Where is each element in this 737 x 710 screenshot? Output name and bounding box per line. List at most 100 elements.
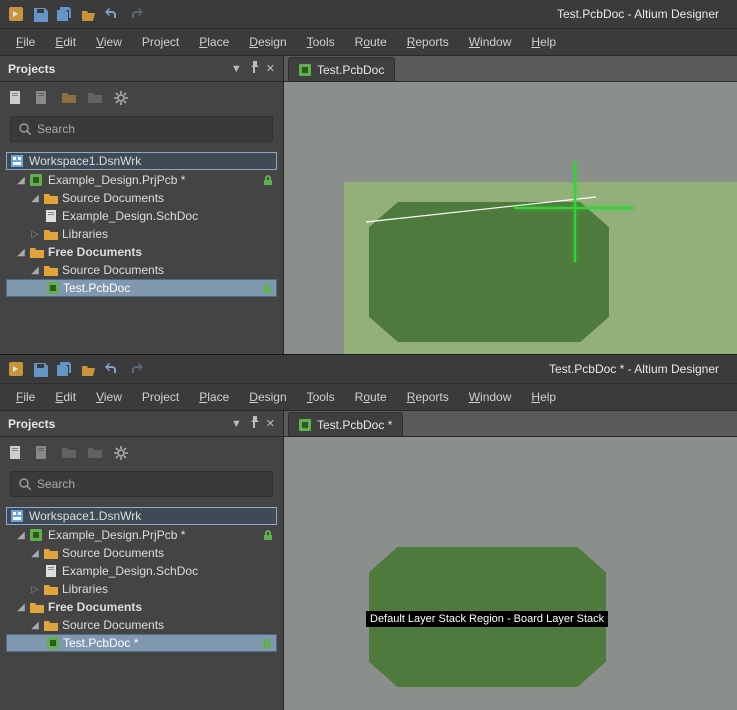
menu-window[interactable]: Window — [459, 31, 522, 53]
tree-source-docs[interactable]: ◢ Source Documents — [6, 544, 277, 562]
project-tree: Workspace1.DsnWrk ◢ Example_Design.PrjPc… — [0, 503, 283, 710]
redo-icon[interactable] — [128, 361, 144, 377]
pcb-canvas[interactable]: Default Layer Stack Region - Board Layer… — [284, 437, 737, 710]
panel-title: Projects — [8, 417, 225, 431]
menu-bar: File Edit View Project Place Design Tool… — [0, 28, 737, 56]
menu-project[interactable]: Project — [132, 386, 189, 408]
workspace-split: Projects ▼ ✕ Workspace1.DsnWrk — [0, 56, 737, 354]
menu-view[interactable]: View — [86, 31, 132, 53]
tree-active-pcbdoc[interactable]: Test.PcbDoc * — [6, 634, 277, 652]
tree-free-docs[interactable]: ◢ Free Documents — [6, 598, 277, 616]
panel-pin-icon[interactable] — [248, 61, 260, 76]
panel-toolbar — [0, 437, 283, 471]
window-title: Test.PcbDoc - Altium Designer — [557, 7, 729, 21]
tree-free-docs[interactable]: ◢ Free Documents — [6, 243, 277, 261]
save-icon[interactable] — [32, 361, 48, 377]
editor-area: Test.PcbDoc * Default Layer Stack Region… — [284, 411, 737, 710]
editor-area: Test.PcbDoc — [284, 56, 737, 354]
document-tab[interactable]: Test.PcbDoc — [288, 57, 395, 81]
panel-btn-4[interactable] — [88, 91, 104, 107]
panel-btn-3[interactable] — [62, 446, 78, 462]
menu-view[interactable]: View — [86, 386, 132, 408]
tree-workspace[interactable]: Workspace1.DsnWrk — [6, 152, 277, 170]
document-tabstrip: Test.PcbDoc — [284, 56, 737, 82]
workspace-split: Projects ▼ ✕ Workspace1.DsnWrk — [0, 411, 737, 710]
main-toolbar: Test.PcbDoc - Altium Designer — [0, 0, 737, 28]
undo-icon[interactable] — [104, 6, 120, 22]
tree-source-docs[interactable]: ◢ Source Documents — [6, 189, 277, 207]
menu-route[interactable]: Route — [345, 31, 397, 53]
search-icon — [19, 123, 31, 135]
panel-dropdown-icon[interactable]: ▼ — [231, 63, 242, 75]
app-window-state2: Test.PcbDoc * - Altium Designer File Edi… — [0, 355, 737, 710]
menu-edit[interactable]: Edit — [45, 386, 86, 408]
tree-schdoc[interactable]: Example_Design.SchDoc — [6, 207, 277, 225]
panel-dropdown-icon[interactable]: ▼ — [231, 418, 242, 430]
panel-close-icon[interactable]: ✕ — [266, 417, 275, 430]
panel-btn-1[interactable] — [10, 446, 26, 462]
search-input[interactable] — [37, 477, 264, 491]
undo-icon[interactable] — [104, 361, 120, 377]
projects-panel: Projects ▼ ✕ Workspace1.DsnWrk — [0, 56, 284, 354]
menu-reports[interactable]: Reports — [397, 31, 459, 53]
panel-pin-icon[interactable] — [248, 416, 260, 431]
tree-schdoc[interactable]: Example_Design.SchDoc — [6, 562, 277, 580]
document-tabstrip: Test.PcbDoc * — [284, 411, 737, 437]
menu-help[interactable]: Help — [521, 31, 566, 53]
document-tab[interactable]: Test.PcbDoc * — [288, 412, 403, 436]
menu-design[interactable]: Design — [239, 386, 296, 408]
panel-btn-3[interactable] — [62, 91, 78, 107]
tree-free-source-docs[interactable]: ◢ Source Documents — [6, 616, 277, 634]
save-icon[interactable] — [32, 6, 48, 22]
main-toolbar: Test.PcbDoc * - Altium Designer — [0, 355, 737, 383]
panel-btn-2[interactable] — [36, 91, 52, 107]
project-tree: Workspace1.DsnWrk ◢ Example_Design.PrjPc… — [0, 148, 283, 354]
menu-reports[interactable]: Reports — [397, 386, 459, 408]
window-title: Test.PcbDoc * - Altium Designer — [549, 362, 729, 376]
projects-panel: Projects ▼ ✕ Workspace1.DsnWrk — [0, 411, 284, 710]
panel-settings-icon[interactable] — [114, 91, 130, 107]
menu-route[interactable]: Route — [345, 386, 397, 408]
save-all-icon[interactable] — [56, 361, 72, 377]
open-folder-icon[interactable] — [80, 361, 96, 377]
menu-file[interactable]: File — [6, 386, 45, 408]
altium-logo-icon — [8, 361, 24, 377]
search-icon — [19, 478, 31, 490]
search-box[interactable] — [10, 471, 273, 497]
panel-toolbar — [0, 82, 283, 116]
tree-libraries[interactable]: ▷ Libraries — [6, 225, 277, 243]
save-all-icon[interactable] — [56, 6, 72, 22]
open-folder-icon[interactable] — [80, 6, 96, 22]
tree-active-pcbdoc[interactable]: Test.PcbDoc — [6, 279, 277, 297]
panel-settings-icon[interactable] — [114, 446, 130, 462]
menu-tools[interactable]: Tools — [297, 386, 345, 408]
tree-free-source-docs[interactable]: ◢ Source Documents — [6, 261, 277, 279]
menu-file[interactable]: File — [6, 31, 45, 53]
search-input[interactable] — [37, 122, 264, 136]
panel-btn-4[interactable] — [88, 446, 104, 462]
menu-edit[interactable]: Edit — [45, 31, 86, 53]
redo-icon[interactable] — [128, 6, 144, 22]
panel-btn-1[interactable] — [10, 91, 26, 107]
menu-place[interactable]: Place — [189, 386, 239, 408]
menu-design[interactable]: Design — [239, 31, 296, 53]
panel-title: Projects — [8, 62, 225, 76]
panel-close-icon[interactable]: ✕ — [266, 62, 275, 75]
tree-workspace[interactable]: Workspace1.DsnWrk — [6, 507, 277, 525]
menu-bar: File Edit View Project Place Design Tool… — [0, 383, 737, 411]
panel-header: Projects ▼ ✕ — [0, 411, 283, 437]
menu-window[interactable]: Window — [459, 386, 522, 408]
board-edge-line — [366, 192, 626, 232]
panel-btn-2[interactable] — [36, 446, 52, 462]
crosshair-vertical — [574, 162, 576, 262]
tree-project[interactable]: ◢ Example_Design.PrjPcb * — [6, 526, 277, 544]
tree-project[interactable]: ◢ Example_Design.PrjPcb * — [6, 171, 277, 189]
app-window-state1: Test.PcbDoc - Altium Designer File Edit … — [0, 0, 737, 354]
tree-libraries[interactable]: ▷ Libraries — [6, 580, 277, 598]
pcb-canvas[interactable] — [284, 82, 737, 354]
menu-help[interactable]: Help — [521, 386, 566, 408]
menu-place[interactable]: Place — [189, 31, 239, 53]
search-box[interactable] — [10, 116, 273, 142]
menu-tools[interactable]: Tools — [297, 31, 345, 53]
menu-project[interactable]: Project — [132, 31, 189, 53]
